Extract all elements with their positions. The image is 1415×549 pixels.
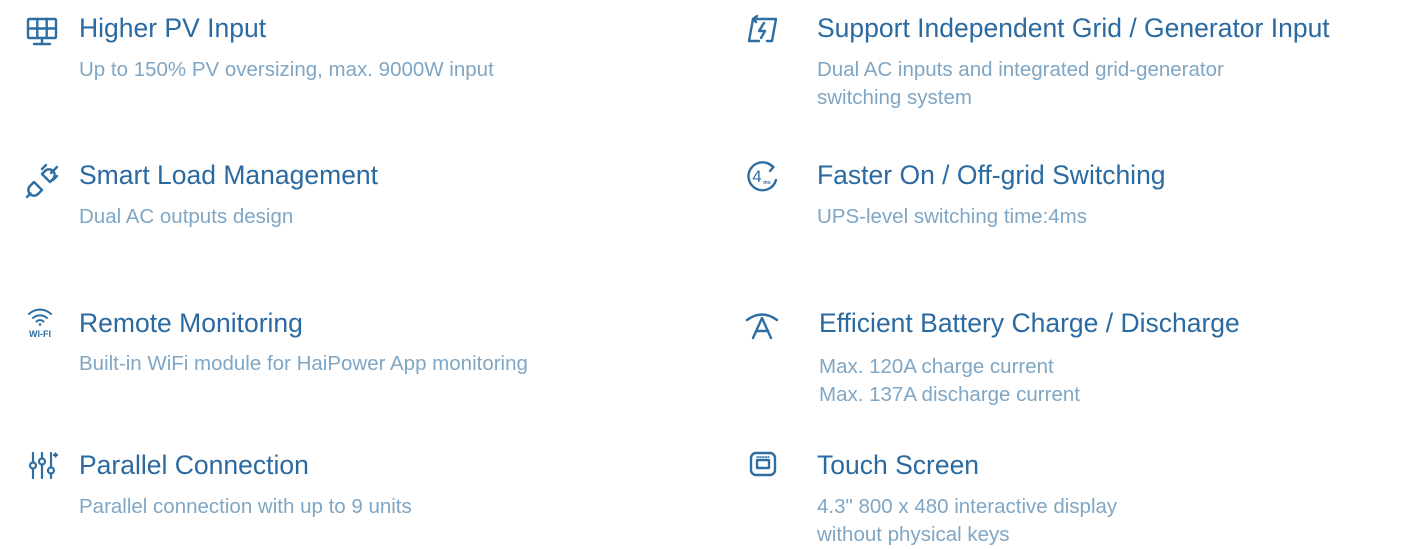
feature-title: Efficient Battery Charge / Discharge	[819, 308, 1240, 338]
feature-title: Touch Screen	[817, 450, 980, 480]
switching-time-icon-number: 4	[752, 167, 761, 186]
features-page: { "features": [ {"title": "Higher PV Inp…	[0, 0, 1415, 547]
feature-title: Higher PV Input	[79, 13, 267, 43]
wifi-icon: WI-FI	[20, 300, 60, 340]
feature-description: UPS-level switching time:4ms	[817, 205, 1087, 228]
feature-title: Faster On / Off-grid Switching	[817, 160, 1166, 190]
feature-title: Parallel Connection	[79, 450, 309, 480]
feature-title: Support Independent Grid / Generator Inp…	[817, 13, 1330, 43]
solar-panel-icon	[22, 10, 62, 50]
feature-title: Smart Load Management	[79, 160, 379, 190]
touch-screen-icon	[743, 444, 783, 484]
switching-time-icon-unit: ms	[763, 180, 770, 186]
grid-generator-icon	[743, 10, 783, 50]
feature-description: 4.3" 800 x 480 interactive display witho…	[817, 495, 1118, 546]
switching-time-icon: 4 ms	[742, 156, 782, 196]
feature-description: Dual AC inputs and integrated grid-gener…	[817, 58, 1224, 109]
feature-title: Remote Monitoring	[79, 308, 303, 338]
feature-description: Max. 120A charge current Max. 137A disch…	[819, 355, 1080, 406]
feature-description: Built-in WiFi module for HaiPower App mo…	[79, 352, 528, 375]
feature-description: Up to 150% PV oversizing, max. 9000W inp…	[79, 58, 494, 81]
feature-description: Parallel connection with up to 9 units	[79, 495, 412, 518]
wifi-icon-label: WI-FI	[29, 329, 51, 339]
parallel-connection-icon	[22, 445, 62, 485]
current-icon	[742, 305, 782, 345]
feature-description: Dual AC outputs design	[79, 205, 294, 228]
plug-icon	[22, 160, 62, 200]
